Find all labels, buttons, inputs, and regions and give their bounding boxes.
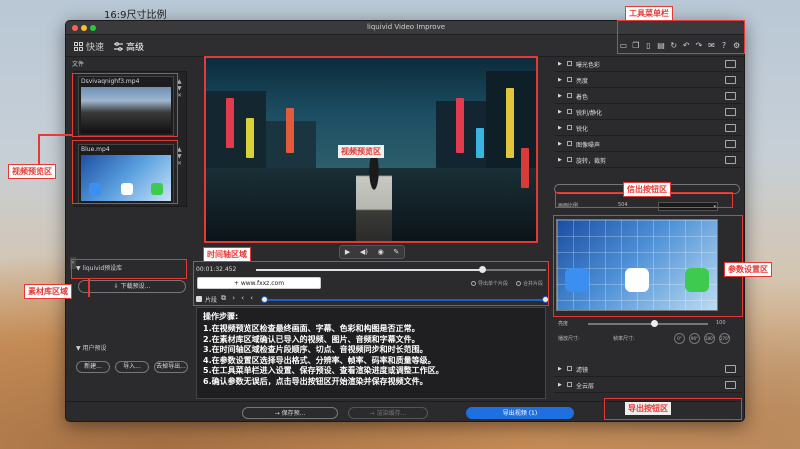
file-highlight (72, 140, 178, 204)
step-item: 2.在素材库区域确认已导入的视频、图片、音频和字幕文件。 (203, 334, 420, 344)
effect-checkbox[interactable] (567, 141, 572, 146)
rotate-0-button[interactable]: 0° (674, 333, 685, 344)
volume-icon[interactable]: ◀) (360, 248, 368, 256)
param-slider-label: 亮度 (558, 321, 569, 327)
save-preset-button[interactable]: → 保存预... (242, 407, 338, 419)
neon-sign (456, 98, 464, 153)
ratio-caption: 16:9尺寸比例 (104, 10, 167, 21)
neon-sign (286, 108, 294, 153)
color-icon (725, 92, 736, 100)
annotation-line (38, 134, 72, 136)
timeline-annotation: 时间轴区域 (203, 247, 251, 262)
export-annotation: 导出按钮区 (625, 402, 671, 415)
param-slider-handle[interactable] (651, 320, 658, 327)
annotation-line (88, 279, 90, 297)
eye-icon[interactable]: ◉ (378, 248, 384, 256)
download-preset-button[interactable]: ⇩ 下载预设... (78, 280, 186, 293)
toolbar-annotation: 工具菜单栏 (625, 6, 673, 21)
effect-checkbox[interactable] (567, 157, 572, 162)
files-label: 文件 (72, 61, 85, 68)
step-item: 4.在参数设置区选择导出格式、分辨率、帧率、码率和质量等级。 (203, 355, 436, 365)
neon-sign (521, 148, 529, 188)
effect-item[interactable]: ▶ 图像噪声 (554, 137, 742, 152)
noise-icon (725, 140, 736, 148)
render-cache-button[interactable]: → 渲染缓存... (348, 407, 428, 419)
signal-annotation: 信出按钮区 (623, 182, 671, 197)
format-label: 播放尺寸: (558, 336, 580, 342)
exposure-icon (725, 60, 736, 68)
effect-item[interactable]: ▶ 曝光色彩 (554, 57, 742, 72)
params-annotation: 参数设置区 (724, 262, 772, 277)
annotation-line (38, 134, 40, 164)
neon-sign (476, 128, 484, 158)
effect-checkbox[interactable] (567, 382, 572, 387)
pen-icon[interactable]: ✎ (393, 248, 399, 256)
brightness-icon (725, 76, 736, 84)
preview-center-annotation: 视频预览区 (338, 145, 384, 158)
step-item: 5.在工具菜单栏进入设置、保存预设、查看渲染进度或调整工作区。 (203, 366, 444, 375)
preview-left-annotation: 视频预览区 (8, 164, 56, 179)
effect-item[interactable]: ▶ 旋转，裁剪 (554, 153, 742, 168)
effect-checkbox[interactable] (567, 366, 572, 371)
library-highlight (71, 259, 187, 279)
format-hint: 帧率尺寸: (613, 336, 635, 342)
user-preset-label: ▼ 用户预设 (76, 345, 107, 352)
steps-panel: 操作步骤: 1.在视频预览区检查最终画面、字幕、色彩和构图是否正常。 2.在素材… (196, 307, 546, 399)
effect-checkbox[interactable] (567, 77, 572, 82)
play-icon[interactable]: ▶ (345, 248, 350, 256)
export-video-button[interactable]: 导出视频 (1) (466, 407, 574, 419)
download-icon: ⇩ (113, 283, 119, 290)
user-preset-buttons: 新建... 导入... 去掉导出... (76, 361, 188, 373)
effect-checkbox[interactable] (567, 109, 572, 114)
param-slider-value: 100 (716, 320, 726, 326)
effect-checkbox[interactable] (567, 93, 572, 98)
toolbar-highlight (617, 20, 745, 54)
neon-sign (226, 98, 234, 148)
export-preset-button[interactable]: 去掉导出... (154, 361, 188, 373)
import-preset-button[interactable]: 导入... (115, 361, 149, 373)
grid-icon (74, 42, 83, 51)
effect-item[interactable]: ▶ 着色 (554, 89, 742, 104)
step-item: 1.在视频预览区检查最终画面、字幕、色彩和构图是否正常。 (203, 324, 420, 333)
effect-item[interactable]: ▶ 锐化 (554, 121, 742, 136)
mode-quick-label: 快速 (86, 43, 105, 53)
mode-advanced-button[interactable]: 高级 (114, 40, 144, 53)
effect-item[interactable]: ▶ 全云层 (554, 378, 742, 393)
param-slider-row: 亮度 100 (558, 320, 738, 328)
preview-person (356, 158, 392, 241)
cloud-icon (725, 381, 736, 389)
timeline-highlight (193, 261, 549, 306)
library-annotation: 素材库区域 (24, 284, 72, 299)
crop-icon (725, 156, 736, 164)
rotate-270-button[interactable]: 270° (719, 333, 730, 344)
params-highlight (553, 215, 743, 317)
new-preset-button[interactable]: 新建... (76, 361, 110, 373)
effect-item[interactable]: ▶ 滤镜 (554, 362, 742, 377)
rotate-90-button[interactable]: 90° (689, 333, 700, 344)
sharpen-icon (725, 108, 736, 116)
rotate-180-button[interactable]: 180° (704, 333, 715, 344)
effect-checkbox[interactable] (567, 125, 572, 130)
file-highlight (72, 73, 178, 137)
param-slider[interactable] (588, 320, 708, 327)
neon-sign (506, 88, 514, 158)
effect-item[interactable]: ▶ 锐利/静化 (554, 105, 742, 120)
neon-sign (246, 118, 254, 158)
step-item: 6.确认参数无误后，点击导出按钮区开始渲染并保存视频文件。 (203, 376, 428, 386)
sliders-icon (114, 42, 123, 51)
sharpness-icon (725, 124, 736, 132)
mode-quick-button[interactable]: 快速 (74, 40, 104, 53)
filter-icon (725, 365, 736, 373)
step-item: 3.在时间轴区域检查片段顺序、切点、音视频同步和时长范围。 (203, 345, 428, 354)
playback-controls: ▶ ◀) ◉ ✎ (339, 245, 405, 259)
effect-item[interactable]: ▶ 亮度 (554, 73, 742, 88)
mode-advanced-label: 高级 (126, 43, 145, 53)
steps-title: 操作步骤: (203, 312, 239, 321)
effect-checkbox[interactable] (567, 61, 572, 66)
